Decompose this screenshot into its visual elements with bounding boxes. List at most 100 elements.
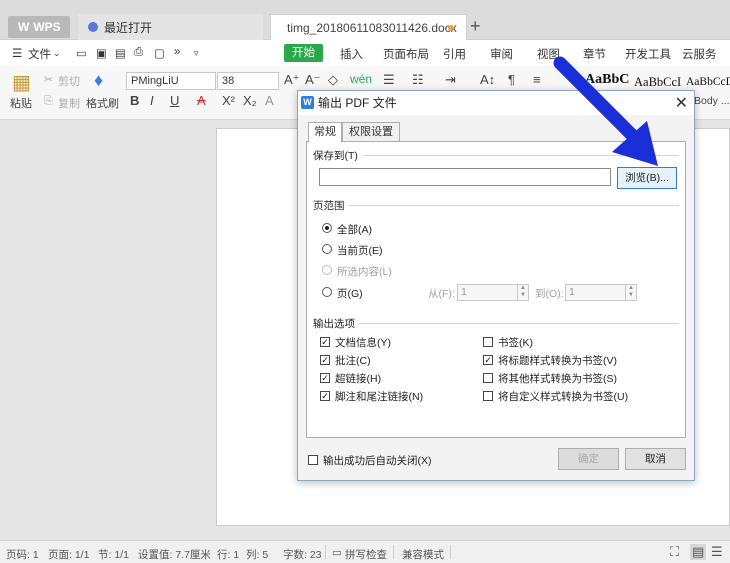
status-compat: 兼容模式 [402,549,444,561]
tab-permissions[interactable]: 权限设置 [342,122,400,142]
subscript-icon[interactable]: X₂ [243,93,257,108]
range-all-label[interactable]: 全部(A) [337,222,372,237]
menu-review[interactable]: 审阅 [490,46,513,62]
status-spellcheck[interactable]: 拼写检查 [345,547,387,562]
font-name-select[interactable]: PMingLiU [126,72,216,90]
cut-button[interactable]: 剪切 [58,73,80,89]
format-painter-button[interactable]: 格式刷 [86,95,119,111]
outline-view-icon[interactable]: ☰ [711,544,723,560]
status-page: 页码: 1 [6,549,39,561]
bullet-list-icon[interactable]: ☰ [383,72,395,88]
doc-info-checkbox[interactable]: ✓ [320,337,330,347]
menu-insert[interactable]: 插入 [340,46,363,62]
to-stepper: 1 ▲ ▼ [565,284,637,301]
page-range-group-label: 页范围 [313,200,345,212]
from-stepper: 1 ▲ ▼ [457,284,529,301]
paste-button[interactable]: 粘贴 [10,95,32,111]
other-style-bookmarks-label[interactable]: 将其他样式转换为书签(S) [498,371,617,386]
save-icon[interactable]: ▣ [96,46,107,60]
range-all-radio[interactable] [322,223,332,233]
bold-icon[interactable]: B [130,93,139,108]
tab-document[interactable]: timg_20180611083011426.docx [270,14,467,40]
open-folder-icon[interactable]: ▭ [76,46,87,60]
bookmarks-checkbox[interactable] [483,337,493,347]
heading-bookmarks-label[interactable]: 将标题样式转换为书签(V) [498,353,617,368]
page-view-icon[interactable]: ▤ [690,544,707,560]
copy-button[interactable]: 复制 [58,95,80,111]
ok-button: 确定 [558,448,619,470]
show-marks-icon[interactable]: ¶ [508,72,515,87]
superscript-icon[interactable]: X² [222,93,235,108]
general-panel: 保存到(T) 浏览(B)... 页范围 全部(A) 当前页(E) 所选内容(L)… [306,141,686,438]
annotation-arrow-icon [553,56,658,166]
style-normal[interactable]: AaBbCcD [686,76,730,88]
range-pages-label[interactable]: 页(G) [337,286,363,301]
sort-icon[interactable]: A↕ [480,72,495,87]
range-current-label[interactable]: 当前页(E) [337,243,383,258]
auto-close-checkbox[interactable] [308,455,318,465]
auto-close-label[interactable]: 输出成功后自动关闭(X) [323,453,432,468]
custom-style-bookmarks-checkbox[interactable] [483,391,493,401]
font-size-select[interactable]: 38 [217,72,279,90]
range-pages-radio[interactable] [322,287,332,297]
tab-recent-label: 最近打开 [104,20,153,35]
new-tab-button[interactable]: + [470,16,481,37]
phonetic-icon[interactable]: wén [350,72,372,86]
status-words[interactable]: 字数: 23 [283,547,322,562]
unsaved-dot-icon [448,25,454,31]
fullscreen-icon[interactable]: ⛶ [670,544,679,560]
preview-icon[interactable]: ▢ [154,46,165,60]
stepper-arrows-icon: ▲ ▼ [625,285,636,300]
bookmarks-label[interactable]: 书签(K) [498,335,533,350]
grow-font-icon[interactable]: A⁺ [284,72,300,88]
chevron-down-icon[interactable]: ⌄ [53,48,61,59]
comments-label[interactable]: 批注(C) [335,353,371,368]
recent-icon [88,22,98,32]
number-list-icon[interactable]: ☷ [412,72,424,88]
status-pages: 页面: 1/1 [48,549,90,561]
footnote-links-checkbox[interactable]: ✓ [320,391,330,401]
range-current-radio[interactable] [322,244,332,254]
menu-layout[interactable]: 页面布局 [383,46,429,62]
save-to-group-label: 保存到(T) [313,150,358,162]
menu-home[interactable]: 开始 [284,44,323,62]
format-painter-icon[interactable]: ♦ [94,70,103,91]
heading-bookmarks-checkbox[interactable]: ✓ [483,355,493,365]
hyperlinks-label[interactable]: 超链接(H) [335,371,381,386]
more-icon[interactable]: » [174,46,180,58]
custom-style-bookmarks-label[interactable]: 将自定义样式转换为书签(U) [498,389,628,404]
print-icon[interactable]: ⎙ [134,46,143,59]
from-label: 从(F): [428,288,455,300]
menu-reference[interactable]: 引用 [443,46,466,62]
menu-file[interactable]: 文件 [28,46,51,62]
status-bar: 页码: 1 页面: 1/1 节: 1/1 设置值: 7.7厘米 行: 1 列: … [0,540,730,563]
status-divider [393,545,394,559]
from-value: 1 [461,286,467,298]
cancel-button[interactable]: 取消 [625,448,686,470]
tab-general[interactable]: 常规 [308,122,342,143]
italic-icon[interactable]: I [150,93,154,108]
text-effect-icon[interactable]: A [265,93,274,108]
comments-checkbox[interactable]: ✓ [320,355,330,365]
status-section: 节: 1/1 [98,549,129,561]
underline-icon[interactable]: U [170,93,179,108]
range-selection-label: 所选内容(L) [337,266,392,278]
footnote-links-label[interactable]: 脚注和尾注链接(N) [335,389,423,404]
paste-icon[interactable]: ▦ [12,70,31,95]
divider [349,205,679,206]
customize-icon[interactable]: ▿ [194,48,199,59]
doc-info-label[interactable]: 文档信息(Y) [335,335,391,350]
tab-wps-home[interactable]: W WPS [8,16,70,38]
shrink-font-icon[interactable]: A⁻ [305,72,321,88]
hamburger-icon[interactable]: ☰ [12,46,22,60]
export-pdf-icon[interactable]: ▤ [115,46,126,60]
strikethrough-icon[interactable]: A [197,93,206,108]
clear-format-icon[interactable]: ◇ [328,72,338,88]
cut-icon: ✂ [44,74,54,86]
menu-cloud[interactable]: 云服务 [682,46,717,62]
style-body[interactable]: Body ... [694,95,730,107]
tab-recent[interactable]: 最近打开 [78,14,263,40]
hyperlinks-checkbox[interactable]: ✓ [320,373,330,383]
other-style-bookmarks-checkbox[interactable] [483,373,493,383]
indent-icon[interactable]: ⇥ [445,72,456,88]
